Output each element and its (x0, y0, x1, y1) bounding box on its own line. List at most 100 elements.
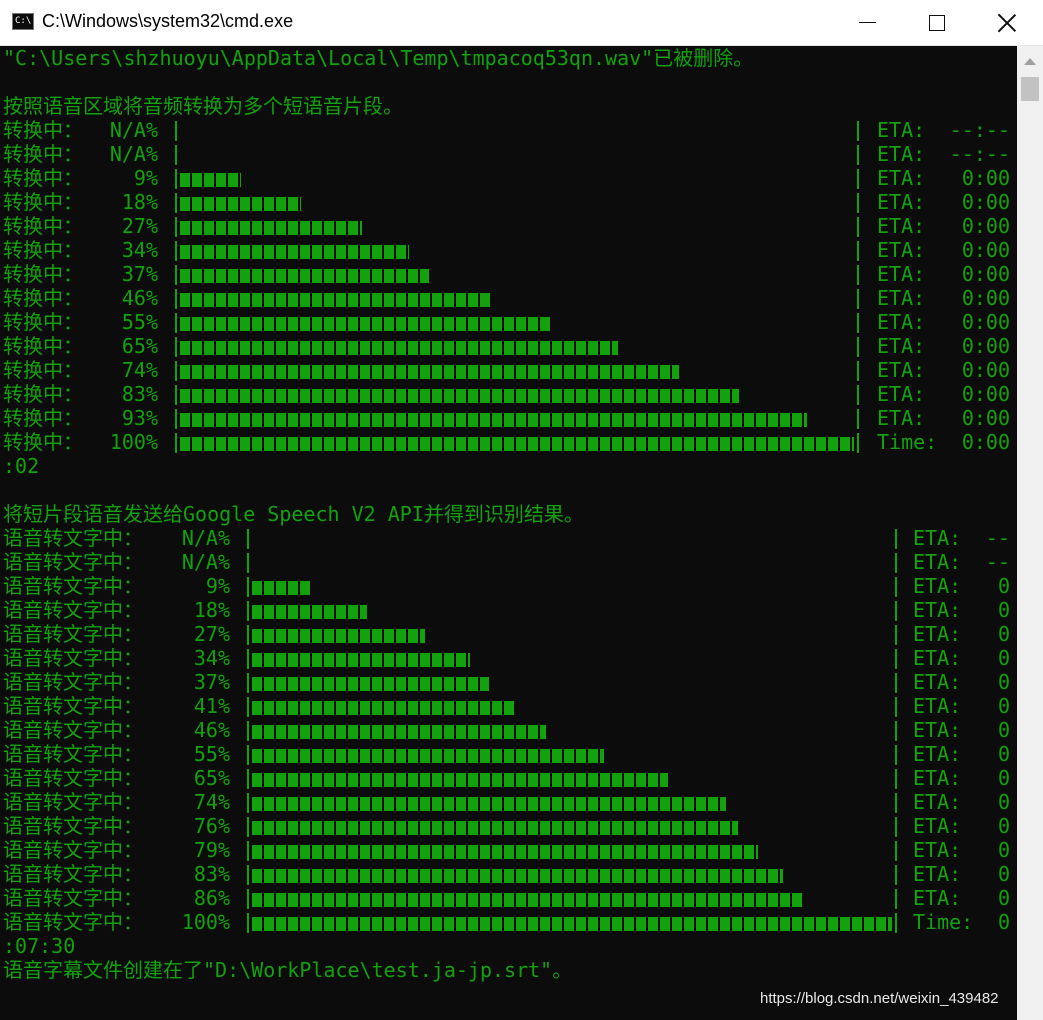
eta-label: ETA: (877, 382, 926, 406)
bar-left-edge (175, 169, 177, 189)
progress-fill (180, 413, 807, 427)
eta-value: 0 (997, 766, 1010, 790)
eta-value: 0:00 (961, 238, 1010, 262)
title-bar[interactable]: C:\ C:\Windows\system32\cmd.exe (0, 0, 1043, 46)
progress-row: 转换中： 74% ETA: 0:00 (0, 358, 1016, 382)
bar-right-edge (895, 817, 897, 837)
eta-value: 0:00 (961, 430, 1010, 454)
progress-label: 转换中： (3, 430, 83, 454)
close-button[interactable] (972, 0, 1042, 45)
bar-left-edge (175, 385, 177, 405)
eta-value: 0:00 (961, 334, 1010, 358)
bar-left-edge (175, 193, 177, 213)
progress-row: 转换中： N/A% ETA: --:-- (0, 118, 1016, 142)
progress-fill (180, 389, 739, 403)
eta-value: 0:00 (961, 358, 1010, 382)
progress-fill (252, 821, 738, 835)
bar-left-edge (175, 217, 177, 237)
console-output[interactable]: "C:\Users\shzhuoyu\AppData\Local\Temp\tm… (0, 46, 1017, 1020)
progress-percent: 37% (121, 262, 158, 286)
eta-label: ETA: (877, 286, 926, 310)
progress-label: 语音转文字中： (3, 814, 143, 838)
vertical-scrollbar[interactable] (1017, 46, 1043, 1020)
progress-percent: N/A% (181, 526, 230, 550)
eta-value: 0 (997, 742, 1010, 766)
eta-value: -- (985, 550, 1010, 574)
progress-fill (252, 581, 310, 595)
maximize-button[interactable] (902, 0, 972, 45)
bar-left-edge (247, 745, 249, 765)
progress-row: 转换中： N/A% ETA: --:-- (0, 142, 1016, 166)
progress-fill (180, 365, 679, 379)
bar-left-edge (247, 673, 249, 693)
bar-left-edge (175, 241, 177, 261)
progress-label: 语音转文字中： (3, 790, 143, 814)
progress-label: 转换中： (3, 262, 83, 286)
progress-label: 语音转文字中： (3, 646, 143, 670)
progress-label: 转换中： (3, 334, 83, 358)
close-icon (998, 14, 1016, 32)
progress-percent: N/A% (109, 118, 158, 142)
eta-label: ETA: (877, 310, 926, 334)
progress-percent: N/A% (109, 142, 158, 166)
progress-row: 语音转文字中： 100% Time: 0 (0, 910, 1016, 934)
eta-value: 0 (997, 598, 1010, 622)
progress-label: 转换中： (3, 142, 83, 166)
progress-label: 转换中： (3, 310, 83, 334)
eta-value: 0:00 (961, 166, 1010, 190)
progress-row: 转换中： 55% ETA: 0:00 (0, 310, 1016, 334)
progress-label: 语音转文字中： (3, 598, 143, 622)
bar-right-edge (857, 361, 859, 381)
progress-row: 语音转文字中： 74% ETA: 0 (0, 790, 1016, 814)
eta-value: --:-- (949, 118, 1010, 142)
bar-right-edge (895, 769, 897, 789)
progress-fill (252, 725, 546, 739)
eta-label: ETA: (877, 358, 926, 382)
progress-fill (252, 845, 758, 859)
eta-label: ETA: (877, 166, 926, 190)
progress-percent: 34% (121, 238, 158, 262)
progress-row: 语音转文字中： 76% ETA: 0 (0, 814, 1016, 838)
minimize-button[interactable] (832, 0, 902, 45)
bar-right-edge (895, 745, 897, 765)
progress-label: 转换中： (3, 238, 83, 262)
eta-value: 0 (997, 910, 1010, 934)
eta-value: 0 (997, 574, 1010, 598)
progress-row: 转换中： 83% ETA: 0:00 (0, 382, 1016, 406)
progress-row: 转换中： 46% ETA: 0:00 (0, 286, 1016, 310)
cmd-app-icon[interactable]: C:\ (12, 13, 34, 30)
bar-left-edge (175, 289, 177, 309)
progress-percent: 18% (121, 190, 158, 214)
bar-right-edge (857, 241, 859, 261)
bar-left-edge (247, 817, 249, 837)
progress-label: 语音转文字中： (3, 526, 143, 550)
progress-percent: 46% (121, 286, 158, 310)
progress-label: 转换中： (3, 118, 83, 142)
bar-left-edge (247, 625, 249, 645)
bar-left-edge (247, 601, 249, 621)
progress-row: 转换中： 65% ETA: 0:00 (0, 334, 1016, 358)
progress-percent: 9% (133, 166, 158, 190)
progress-percent: 93% (121, 406, 158, 430)
progress-fill (180, 341, 618, 355)
progress-row: 语音转文字中： 46% ETA: 0 (0, 718, 1016, 742)
progress-fill (180, 269, 429, 283)
progress-fill (180, 173, 241, 187)
eta-label: ETA: (877, 238, 926, 262)
progress-fill (180, 437, 854, 451)
progress-label: 语音转文字中： (3, 574, 143, 598)
scroll-thumb[interactable] (1021, 77, 1039, 101)
eta-value: 0:00 (961, 382, 1010, 406)
section2-time-tail: :07:30 (3, 934, 76, 958)
progress-label: 语音转文字中： (3, 742, 143, 766)
bar-left-edge (247, 841, 249, 861)
progress-fill (252, 653, 470, 667)
scroll-up-button[interactable] (1017, 46, 1043, 76)
eta-value: 0 (997, 670, 1010, 694)
final-message: 语音字幕文件创建在了"D:\WorkPlace\test.ja-jp.srt"。 (3, 958, 573, 982)
progress-label: 语音转文字中： (3, 910, 143, 934)
eta-value: 0:00 (961, 286, 1010, 310)
progress-label: 语音转文字中： (3, 670, 143, 694)
progress-fill (252, 701, 514, 715)
bar-right-edge (857, 121, 859, 141)
